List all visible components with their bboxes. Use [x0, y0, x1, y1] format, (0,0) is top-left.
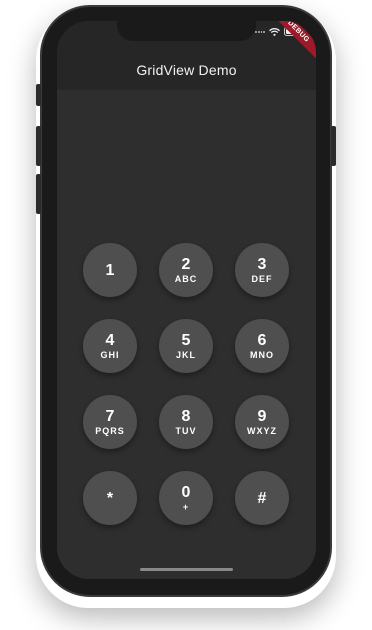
- key-letters: JKL: [175, 349, 196, 360]
- key-star-button[interactable]: *: [83, 471, 137, 525]
- key-letters: DEF: [251, 273, 273, 284]
- key-2-button[interactable]: 2 ABC: [159, 243, 213, 297]
- app-bar: GridView Demo: [57, 21, 316, 90]
- key-digit: 4: [105, 331, 115, 349]
- key-digit: 1: [105, 261, 115, 279]
- key-letters: TUV: [175, 425, 197, 436]
- signal-dots-icon: [255, 30, 265, 34]
- key-digit: *: [106, 489, 114, 507]
- key-letters: ABC: [174, 273, 198, 284]
- volume-down-button: [36, 174, 41, 214]
- key-digit: #: [257, 489, 267, 507]
- key-6-button[interactable]: 6 MNO: [235, 319, 289, 373]
- key-hash-button[interactable]: #: [235, 471, 289, 525]
- key-digit: 5: [181, 331, 191, 349]
- key-letters: GHI: [100, 349, 120, 360]
- notch: [117, 21, 256, 41]
- key-digit: 9: [257, 407, 267, 425]
- key-letters: WXYZ: [247, 425, 277, 436]
- key-5-button[interactable]: 5 JKL: [159, 319, 213, 373]
- wifi-icon: [269, 27, 280, 36]
- home-indicator[interactable]: [140, 568, 233, 571]
- key-digit: 0: [181, 483, 191, 501]
- page-title: GridView Demo: [136, 62, 237, 78]
- key-digit: 8: [181, 407, 191, 425]
- key-7-button[interactable]: 7 PQRS: [83, 395, 137, 449]
- key-letters: PQRS: [95, 425, 125, 436]
- key-0-button[interactable]: 0 +: [159, 471, 213, 525]
- phone-screen: GridView Demo DEBUG 1 2 ABC 3 DEF 4 GHI 5 JKL 6 MN…: [57, 21, 316, 579]
- power-button: [331, 126, 336, 166]
- key-digit: 6: [257, 331, 267, 349]
- key-3-button[interactable]: 3 DEF: [235, 243, 289, 297]
- key-letters: +: [182, 501, 190, 512]
- mute-switch: [36, 84, 41, 106]
- key-8-button[interactable]: 8 TUV: [159, 395, 213, 449]
- key-digit: 2: [181, 255, 191, 273]
- key-4-button[interactable]: 4 GHI: [83, 319, 137, 373]
- key-digit: 7: [105, 407, 115, 425]
- key-letters: MNO: [250, 349, 274, 360]
- key-1-button[interactable]: 1: [83, 243, 137, 297]
- key-digit: 3: [257, 255, 267, 273]
- device-mockup: GridView Demo DEBUG 1 2 ABC 3 DEF 4 GHI 5 JKL 6 MN…: [0, 0, 372, 630]
- volume-up-button: [36, 126, 41, 166]
- dial-keypad: 1 2 ABC 3 DEF 4 GHI 5 JKL 6 MNO 7 PQRS 8 TUV 9 WXYZ * 0 + #: [83, 243, 291, 525]
- key-9-button[interactable]: 9 WXYZ: [235, 395, 289, 449]
